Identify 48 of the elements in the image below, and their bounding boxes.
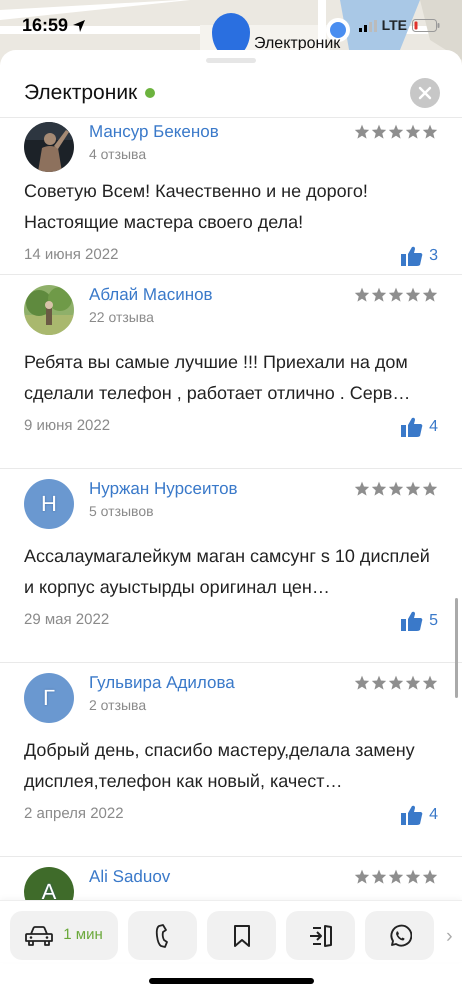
- location-arrow-icon: [72, 18, 86, 32]
- car-icon: [25, 924, 54, 946]
- drag-handle[interactable]: [206, 58, 256, 63]
- like-button[interactable]: 4: [401, 802, 438, 826]
- place-title: Электроник: [24, 80, 138, 106]
- signal-icon: [358, 20, 377, 32]
- thumbs-up-icon: [401, 610, 424, 630]
- close-icon: [418, 86, 432, 100]
- avatar: Н: [24, 478, 74, 528]
- thumbs-up-icon: [401, 804, 424, 824]
- review-text: Добрый день, спасибо мастеру,делала замену дисплея,телефон как новый, качест…: [24, 738, 416, 793]
- avatar: Г: [24, 672, 74, 722]
- battery-icon: [412, 19, 440, 32]
- phone-icon: [154, 922, 170, 948]
- like-button[interactable]: 5: [401, 608, 438, 632]
- review-date: 14 июня 2022: [24, 245, 118, 266]
- whatsapp-button[interactable]: [365, 911, 434, 960]
- bookmark-button[interactable]: [207, 911, 276, 960]
- review-count: 5 отзывов: [89, 502, 155, 520]
- entrance-icon: [308, 924, 332, 948]
- review-date: 2 апреля 2022: [24, 804, 124, 824]
- review-count: 4 отзыва: [89, 144, 148, 164]
- review-text: Ассалаумагалейкум маган самсунг s 10 дисплей и корпус ауыстырды оригинал цен…: [24, 544, 431, 599]
- call-button[interactable]: [128, 911, 197, 960]
- review-count: 22 отзыва: [89, 308, 155, 326]
- status-time: 16:59: [22, 14, 68, 37]
- review-date: 29 мая 2022: [24, 610, 110, 630]
- avatar: A: [24, 866, 74, 900]
- route-button[interactable]: 1 мин: [10, 911, 118, 960]
- review-date: 9 июня 2022: [24, 416, 110, 436]
- author-name[interactable]: Аблай Масинов: [89, 284, 354, 304]
- entrance-button[interactable]: [286, 911, 355, 960]
- author-name[interactable]: Гульвира Адилова: [89, 672, 354, 692]
- review-text: Ребята вы самые лучшие !!! Приехали на дом сделали телефон , работает отлично . Серв…: [24, 350, 412, 405]
- author-name[interactable]: Нуржан Нурсеитов: [89, 478, 354, 498]
- whatsapp-icon: [388, 924, 412, 948]
- review-text: Советую Всем! Качественно и не дорого! Настоящие мастера своего дела!: [24, 180, 369, 234]
- thumbs-up-icon: [401, 246, 424, 266]
- like-button[interactable]: 4: [401, 414, 438, 438]
- map-pin-label: Электроник: [254, 34, 340, 54]
- more-chevron[interactable]: ›: [446, 920, 453, 950]
- author-name[interactable]: Мансур Бекенов: [89, 122, 354, 142]
- thumbs-up-icon: [401, 416, 424, 436]
- author-name[interactable]: Ali Saduov: [89, 866, 354, 886]
- like-button[interactable]: 3: [401, 244, 438, 268]
- bookmark-icon: [232, 924, 250, 948]
- review-count: 2 отзыва: [89, 696, 148, 714]
- network-label: LTE: [382, 16, 407, 35]
